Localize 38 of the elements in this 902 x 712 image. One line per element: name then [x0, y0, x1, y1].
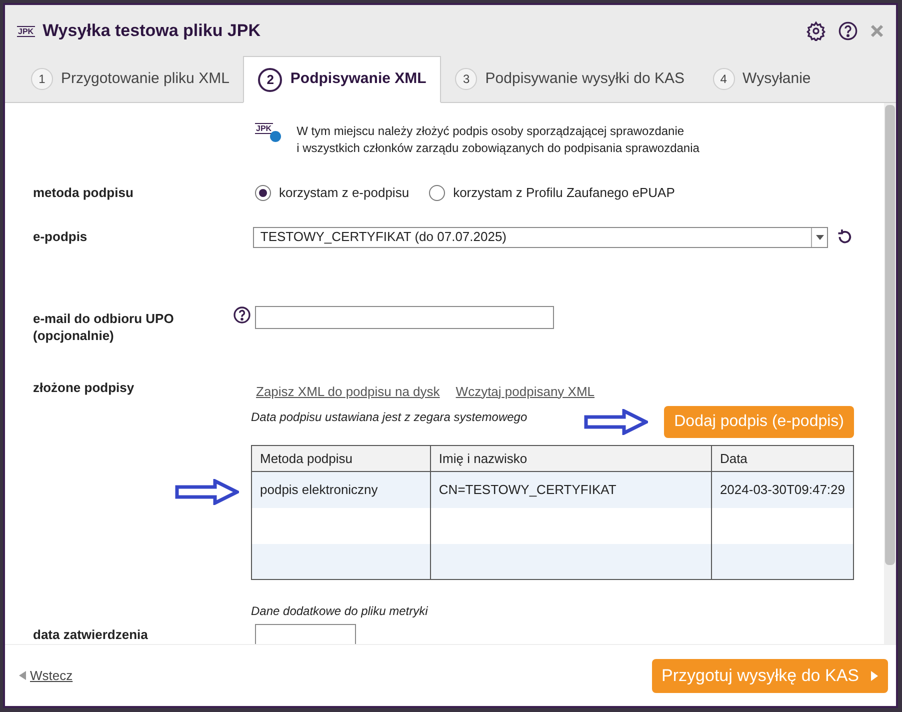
- table-cell: podpis elektroniczny: [260, 482, 378, 497]
- note-text: Dane dodatkowe do pliku metryki: [251, 603, 429, 620]
- column-header: Metoda podpisu: [252, 446, 430, 472]
- window-title: Wysyłka testowa pliku JPK: [42, 20, 260, 42]
- help-icon[interactable]: [838, 21, 858, 41]
- step-tab[interactable]: 4 Wysyłanie: [698, 56, 825, 102]
- field-label: złożone podpisy: [33, 378, 136, 397]
- help-icon[interactable]: [233, 306, 251, 324]
- info-text: W tym miejscu należy złożyć podpis osoby sporządzającej sprawozdanie: [296, 123, 686, 140]
- email-input[interactable]: [255, 306, 554, 328]
- scrollbar[interactable]: [884, 103, 896, 644]
- triangle-left-icon: [19, 671, 26, 680]
- step-tab[interactable]: 3 Podpisywanie wysyłki do KAS: [441, 56, 699, 102]
- certificate-dropdown[interactable]: TESTOWY_CERTYFIKAT (do 07.07.2025): [253, 226, 828, 248]
- column-header: Imię i nazwisko: [430, 446, 712, 472]
- info-text: i wszystkich członków zarządu zobowiązanych do podpisania sprawozdania: [296, 140, 700, 157]
- table-cell: 2024-03-30T09:47:29: [720, 482, 845, 497]
- step-tab[interactable]: 2 Podpisywanie XML: [243, 56, 442, 103]
- date-input[interactable]: [255, 624, 356, 644]
- caret-icon: [816, 234, 824, 240]
- field-label: e-mail do odbioru UPO: [33, 310, 175, 326]
- radio-option[interactable]: korzystam z Profilu Zaufanego ePUAP: [429, 183, 675, 202]
- triangle-right-icon: [871, 670, 878, 680]
- field-label: data zatwierdzenia: [33, 626, 149, 644]
- field-label: metoda podpisu: [33, 184, 134, 202]
- field-label: (opcjonalnie): [33, 326, 115, 344]
- back-link[interactable]: Wstecz: [19, 666, 73, 686]
- table-cell: CN=TESTOWY_CERTYFIKAT: [438, 482, 616, 497]
- arrow-icon: [584, 409, 648, 435]
- column-header: Data: [711, 446, 854, 472]
- field-label: e-podpis: [33, 228, 88, 246]
- arrow-icon: [175, 479, 239, 505]
- settings-icon[interactable]: [806, 21, 826, 41]
- link[interactable]: Wczytaj podpisany XML: [456, 382, 595, 401]
- link[interactable]: Zapisz XML do podpisu na dysk: [256, 382, 440, 401]
- step-tab[interactable]: 1 Przygotowanie pliku XML: [17, 56, 244, 102]
- note-text: Data podpisu ustawiana jest z zegara systemowego: [251, 409, 528, 426]
- radio-option[interactable]: korzystam z e-podpisu: [255, 183, 410, 202]
